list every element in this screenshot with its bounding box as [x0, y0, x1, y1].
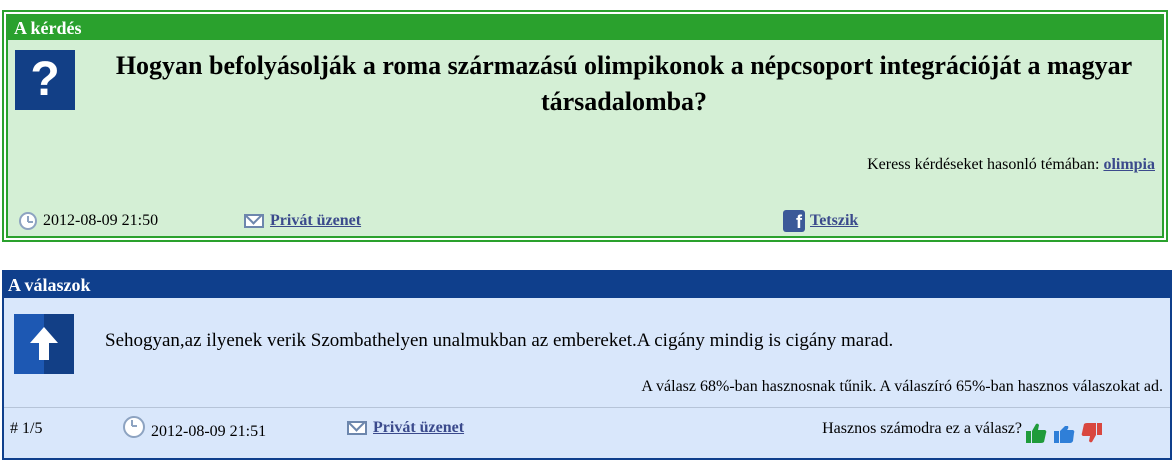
answer-private-message-link[interactable]: Privát üzenet [373, 419, 464, 437]
like-link[interactable]: Tetszik [810, 210, 858, 232]
answers-box: A válaszok Sehogyan,az ilyenek verik Szo… [2, 270, 1172, 460]
question-header: A kérdés [8, 16, 1162, 40]
answer-number: # 1/5 [10, 420, 43, 437]
answers-header: A válaszok [4, 272, 1170, 298]
useful-question: Hasznos számodra ez a válasz? [822, 420, 1022, 437]
answer-rating: A válasz 68%-ban hasznosnak tűnik. A vál… [641, 378, 1163, 395]
answer-date: 2012-08-09 21:51 [123, 416, 267, 440]
question-box: A kérdés ? Hogyan befolyásolják a roma s… [2, 10, 1168, 242]
arrow-up-icon [14, 314, 74, 374]
thumbs-down-icon[interactable] [1080, 421, 1104, 445]
question-date: 2012-08-09 21:50 [19, 210, 158, 232]
topic-link-olimpia[interactable]: olimpia [1103, 156, 1155, 173]
question-date-text: 2012-08-09 21:50 [43, 212, 159, 229]
clock-icon [19, 212, 37, 230]
facebook-icon[interactable]: f [783, 210, 805, 232]
facebook-like[interactable]: f Tetszik [783, 210, 858, 232]
question-title: Hogyan befolyásolják a roma származású o… [115, 51, 1133, 116]
related-topics: Keress kérdéseket hasonló témában: olimp… [867, 156, 1155, 174]
answer-text: Sehogyan,az ilyenek verik Szombathelyen … [105, 330, 894, 351]
clock-icon [123, 416, 145, 438]
thumbs-up-icon[interactable] [1024, 421, 1048, 445]
private-message-link[interactable]: Privát üzenet [270, 210, 361, 232]
envelope-icon [347, 421, 367, 435]
question-mark-icon: ? [15, 50, 75, 110]
answer-private-message[interactable]: Privát üzenet [347, 419, 464, 437]
question-private-message[interactable]: Privát üzenet [244, 210, 361, 232]
thumbs-sideways-icon[interactable] [1052, 421, 1076, 445]
answer-footer: # 1/5 2012-08-09 21:51 Privát üzenet Has… [4, 407, 1170, 463]
question-panel: A kérdés ? Hogyan befolyásolják a roma s… [6, 14, 1164, 238]
envelope-icon [244, 214, 264, 228]
related-prefix: Keress kérdéseket hasonló témában: [867, 156, 1100, 173]
answer-date-text: 2012-08-09 21:51 [151, 423, 267, 440]
vote-buttons [1024, 421, 1104, 445]
